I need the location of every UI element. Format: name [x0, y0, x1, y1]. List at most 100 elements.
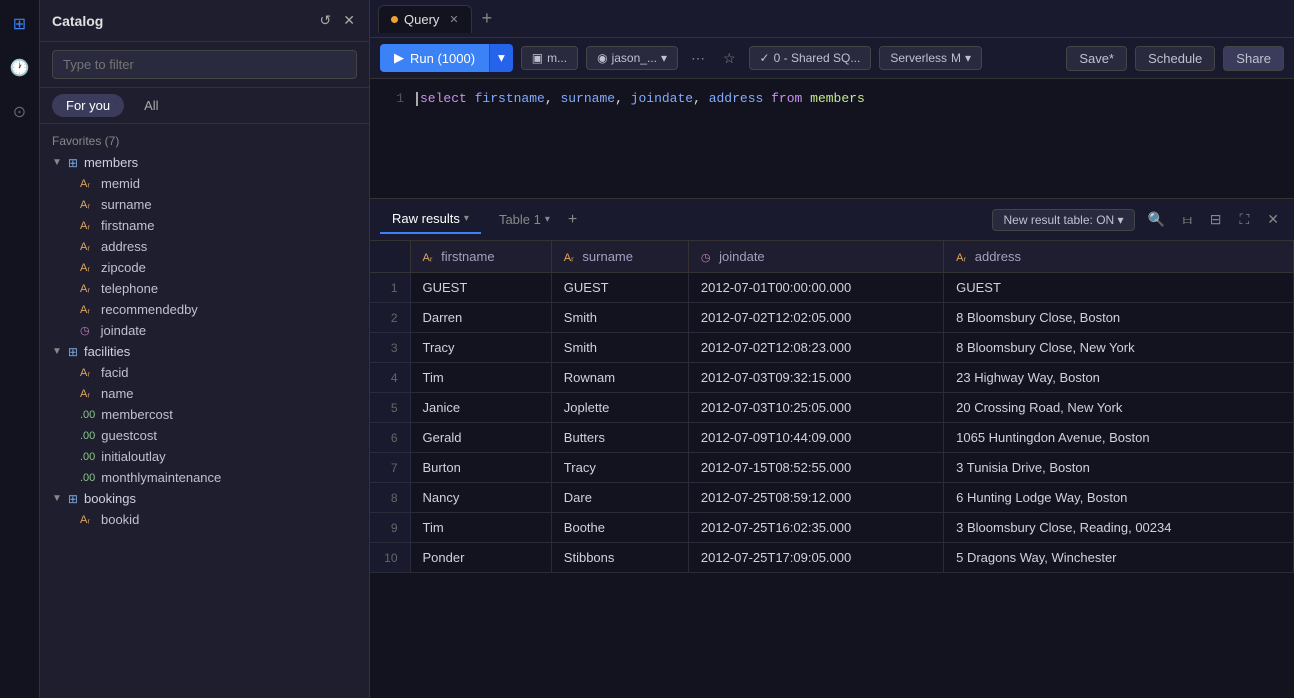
cell-joindate: 2012-07-15T08:52:55.000	[688, 453, 943, 483]
columns-icon[interactable]: ⊟	[1205, 208, 1227, 231]
string-col-icon: Aᵣ	[80, 220, 90, 232]
sidebar-header-icons: ↺ ✕	[318, 10, 357, 31]
facilities-label: facilities	[84, 344, 130, 359]
sidebar-item-initialoutlay[interactable]: .00 initialoutlay	[40, 446, 369, 467]
sidebar-header: Catalog ↺ ✕	[40, 0, 369, 42]
tab-all[interactable]: All	[130, 94, 172, 117]
string-col-icon: Aᵣ	[956, 252, 966, 264]
sidebar-item-telephone[interactable]: Aᵣ telephone	[40, 278, 369, 299]
sidebar-item-monthlymaintenance[interactable]: .00 monthlymaintenance	[40, 467, 369, 488]
sidebar-item-membercost[interactable]: .00 membercost	[40, 404, 369, 425]
tab-raw-results[interactable]: Raw results ▾	[380, 205, 481, 234]
save-button[interactable]: Save*	[1066, 46, 1127, 71]
source1-pill[interactable]: ▣ m...	[521, 46, 578, 70]
col-joindate-header: joindate	[719, 249, 765, 264]
sidebar-title: Catalog	[52, 13, 103, 29]
tab-for-you[interactable]: For you	[52, 94, 124, 117]
cell-joindate: 2012-07-25T17:09:05.000	[688, 543, 943, 573]
tab-table1[interactable]: Table 1 ▾	[487, 206, 562, 233]
tab-bar: Query ✕ +	[370, 0, 1294, 38]
sidebar-group-members[interactable]: ▼ ⊞ members	[40, 152, 369, 173]
source-icon: ▣	[532, 51, 543, 65]
expand-icon[interactable]: ⛶	[1234, 208, 1254, 231]
cell-firstname: Janice	[410, 393, 551, 423]
cell-joindate: 2012-07-02T12:08:23.000	[688, 333, 943, 363]
run-btn-group: ▶ Run (1000) ▾	[380, 44, 513, 72]
row-number: 3	[370, 333, 410, 363]
sidebar-item-zipcode[interactable]: Aᵣ zipcode	[40, 257, 369, 278]
refresh-icon[interactable]: ↺	[318, 10, 334, 31]
nav-history-icon[interactable]: 🕐	[6, 54, 34, 82]
row-number: 8	[370, 483, 410, 513]
sidebar-tabs: For you All	[40, 88, 369, 124]
schedule-button[interactable]: Schedule	[1135, 46, 1215, 71]
sidebar-item-memid[interactable]: Aᵣ memid	[40, 173, 369, 194]
close-sidebar-icon[interactable]: ✕	[341, 10, 357, 31]
table-row: 6 Gerald Butters 2012-07-09T10:44:09.000…	[370, 423, 1294, 453]
sidebar-item-joindate[interactable]: ◷ joindate	[40, 320, 369, 341]
share-button[interactable]: Share	[1223, 46, 1284, 71]
filter-results-icon[interactable]: ⧦	[1178, 208, 1197, 231]
cell-joindate: 2012-07-03T09:32:15.000	[688, 363, 943, 393]
string-col-icon: Aᵣ	[80, 241, 90, 253]
table-icon: ⊞	[68, 156, 78, 170]
col-zipcode-label: zipcode	[101, 260, 146, 275]
nav-catalog-icon[interactable]: ⊞	[9, 10, 30, 38]
sidebar-item-firstname[interactable]: Aᵣ firstname	[40, 215, 369, 236]
sidebar-group-bookings[interactable]: ▼ ⊞ bookings	[40, 488, 369, 509]
new-result-toggle[interactable]: New result table: ON ▾	[992, 209, 1134, 231]
col-memid-label: memid	[101, 176, 140, 191]
col-firstname-header: firstname	[441, 249, 494, 264]
serverless-label: Serverless	[890, 51, 947, 65]
new-result-label: New result table: ON	[1003, 213, 1114, 227]
new-tab-button[interactable]: +	[476, 8, 499, 29]
nav-bookmarks-icon[interactable]: ⊙	[9, 98, 30, 126]
close-results-icon[interactable]: ✕	[1262, 208, 1284, 231]
table-row: 4 Tim Rownam 2012-07-03T09:32:15.000 23 …	[370, 363, 1294, 393]
line-number: 1	[380, 89, 404, 110]
cell-address: 5 Dragons Way, Winchester	[944, 543, 1294, 573]
sidebar-item-bookid[interactable]: Aᵣ bookid	[40, 509, 369, 530]
col-header-firstname[interactable]: Aᵣ firstname	[410, 241, 551, 273]
sidebar-item-address[interactable]: Aᵣ address	[40, 236, 369, 257]
bookmark-icon[interactable]: ☆	[718, 47, 741, 70]
search-results-icon[interactable]: 🔍	[1143, 208, 1170, 231]
string-col-icon: Aᵣ	[80, 514, 90, 526]
editor-area[interactable]: 1 select firstname, surname, joindate, a…	[370, 79, 1294, 199]
sidebar: Catalog ↺ ✕ For you All Favorites (7) ▼ …	[40, 0, 370, 698]
sidebar-item-guestcost[interactable]: .00 guestcost	[40, 425, 369, 446]
cell-surname: Boothe	[551, 513, 688, 543]
num-col-icon: .00	[80, 472, 95, 484]
cell-surname: Rownam	[551, 363, 688, 393]
row-number: 1	[370, 273, 410, 303]
cell-joindate: 2012-07-01T00:00:00.000	[688, 273, 943, 303]
sidebar-item-surname[interactable]: Aᵣ surname	[40, 194, 369, 215]
chevron-down-icon: ▾	[965, 51, 971, 65]
status-pill[interactable]: ✓ 0 - Shared SQ...	[749, 46, 872, 70]
more-options-icon[interactable]: ⋯	[686, 47, 710, 70]
source2-pill[interactable]: ◉ jason_... ▾	[586, 46, 678, 70]
members-label: members	[84, 155, 138, 170]
col-header-surname[interactable]: Aᵣ surname	[551, 241, 688, 273]
run-options-button[interactable]: ▾	[489, 44, 513, 72]
query-tab[interactable]: Query ✕	[378, 5, 472, 33]
run-button[interactable]: ▶ Run (1000)	[380, 44, 489, 72]
table-row: 2 Darren Smith 2012-07-02T12:02:05.000 8…	[370, 303, 1294, 333]
date-col-icon: ◷	[701, 252, 711, 264]
sidebar-item-name[interactable]: Aᵣ name	[40, 383, 369, 404]
sidebar-group-facilities[interactable]: ▼ ⊞ facilities	[40, 341, 369, 362]
sidebar-item-recommendedby[interactable]: Aᵣ recommendedby	[40, 299, 369, 320]
col-address-header: address	[975, 249, 1021, 264]
cell-firstname: GUEST	[410, 273, 551, 303]
sidebar-item-facid[interactable]: Aᵣ facid	[40, 362, 369, 383]
col-header-joindate[interactable]: ◷ joindate	[688, 241, 943, 273]
chevron-down-icon: ▼	[52, 157, 62, 168]
close-tab-icon[interactable]: ✕	[449, 13, 458, 26]
cell-address: 8 Bloomsbury Close, New York	[944, 333, 1294, 363]
col-header-address[interactable]: Aᵣ address	[944, 241, 1294, 273]
search-input[interactable]	[52, 50, 357, 79]
add-result-tab-button[interactable]: +	[568, 211, 577, 229]
serverless-pill[interactable]: Serverless M ▾	[879, 46, 982, 70]
table-row: 9 Tim Boothe 2012-07-25T16:02:35.000 3 B…	[370, 513, 1294, 543]
sidebar-search-area	[40, 42, 369, 88]
